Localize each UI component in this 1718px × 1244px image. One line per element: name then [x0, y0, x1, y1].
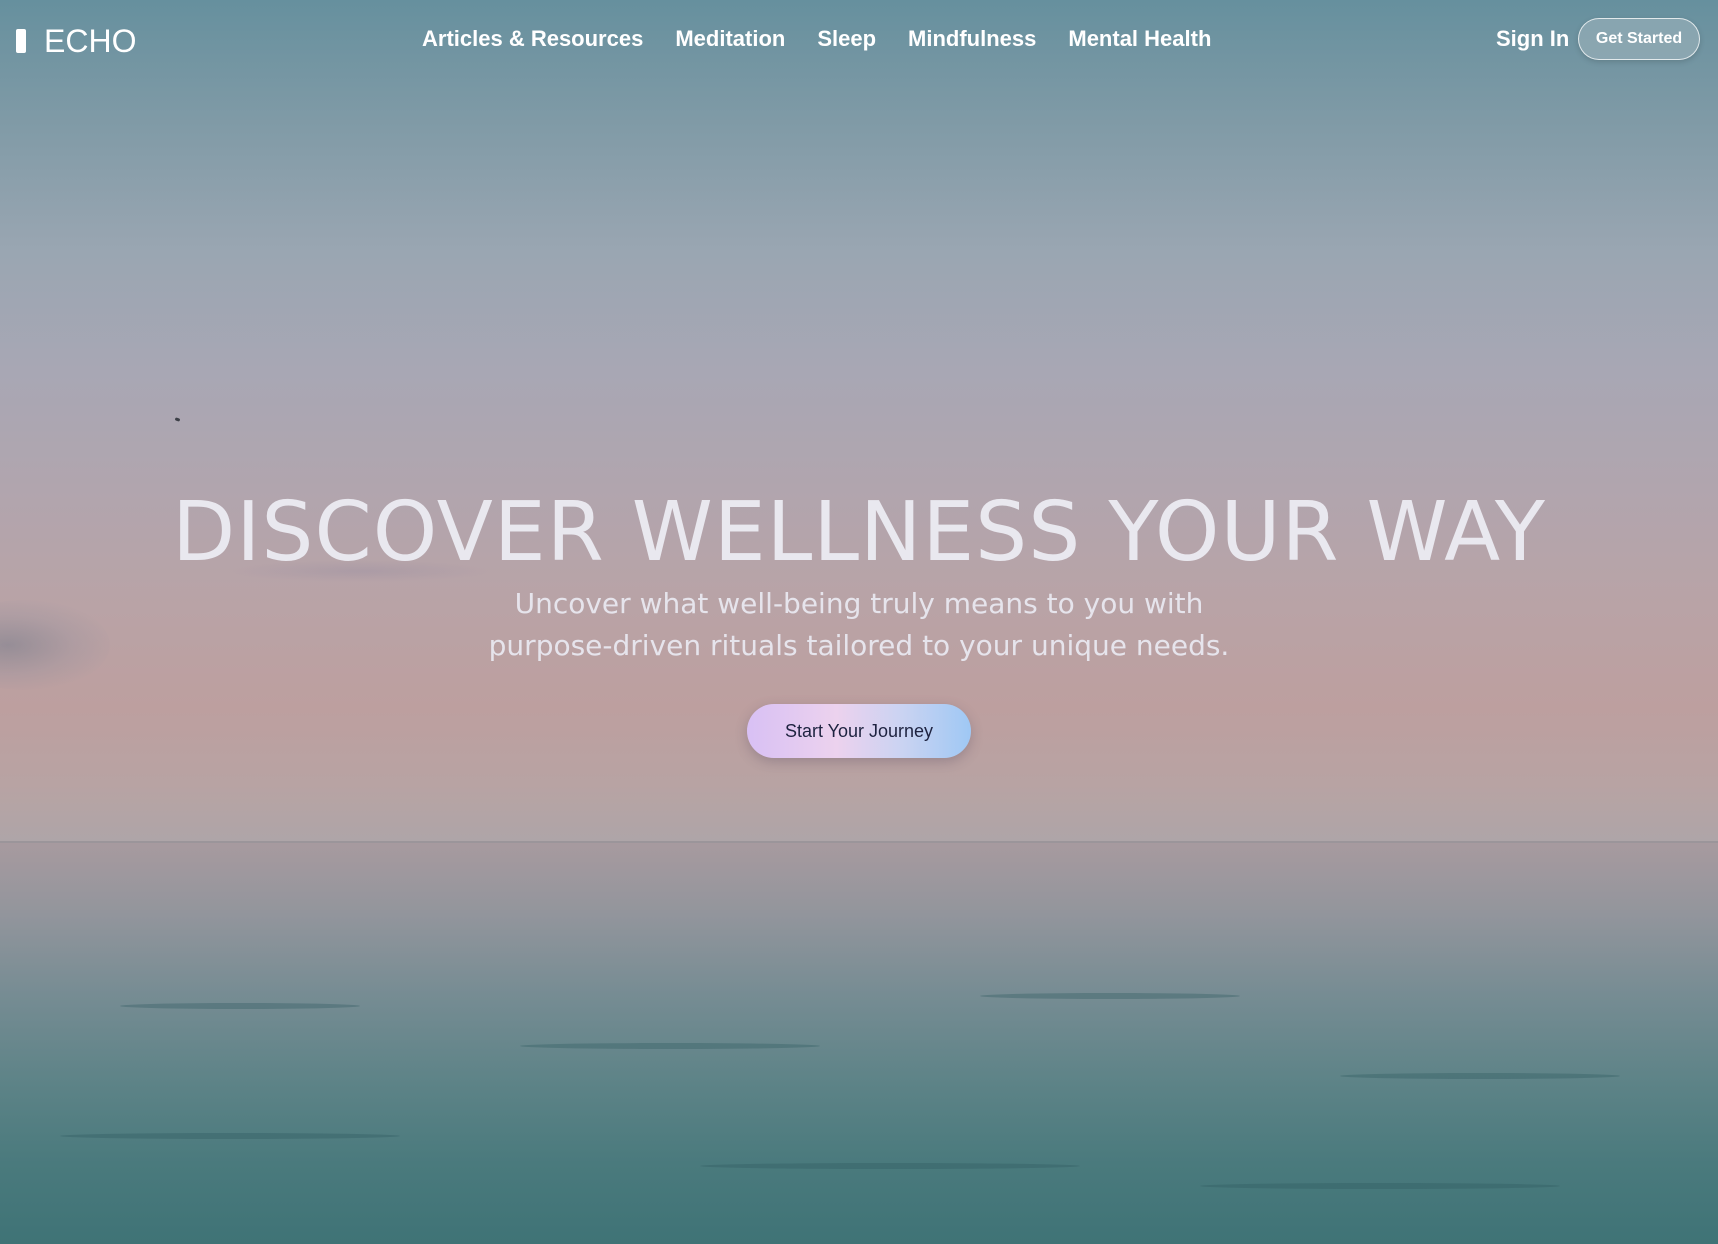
wave — [120, 1003, 360, 1009]
start-journey-button[interactable]: Start Your Journey — [747, 704, 971, 758]
logo-text: ECHO — [44, 22, 137, 59]
get-started-button[interactable]: Get Started — [1578, 18, 1700, 60]
nav-item-meditation[interactable]: Meditation — [675, 26, 785, 52]
hero-subline: purpose-driven rituals tailored to your … — [488, 629, 1230, 662]
hero-section: DISCOVER WELLNESS YOUR WAY Uncover what … — [0, 0, 1718, 1244]
wave — [1200, 1183, 1560, 1189]
nav-links: Articles & Resources Meditation Sleep Mi… — [422, 26, 1211, 52]
logo[interactable]: ECHO — [16, 22, 136, 60]
sign-in-link[interactable]: Sign In — [1496, 26, 1569, 52]
wave — [520, 1043, 820, 1049]
nav-item-articles-resources[interactable]: Articles & Resources — [422, 26, 643, 52]
wave — [700, 1163, 1080, 1169]
nav-item-mindfulness[interactable]: Mindfulness — [908, 26, 1036, 52]
hero-headline: DISCOVER WELLNESS YOUR WAY — [172, 485, 1546, 580]
wave — [60, 1133, 400, 1139]
nav-item-sleep[interactable]: Sleep — [817, 26, 876, 52]
nav-item-mental-health[interactable]: Mental Health — [1068, 26, 1211, 52]
sea-background — [0, 843, 1718, 1244]
wave — [1340, 1073, 1620, 1079]
logo-mark-icon — [16, 29, 26, 53]
top-nav: ECHO Articles & Resources Meditation Sle… — [0, 0, 1718, 82]
wave — [980, 993, 1240, 999]
hero-subline: Uncover what well-being truly means to y… — [514, 587, 1204, 620]
